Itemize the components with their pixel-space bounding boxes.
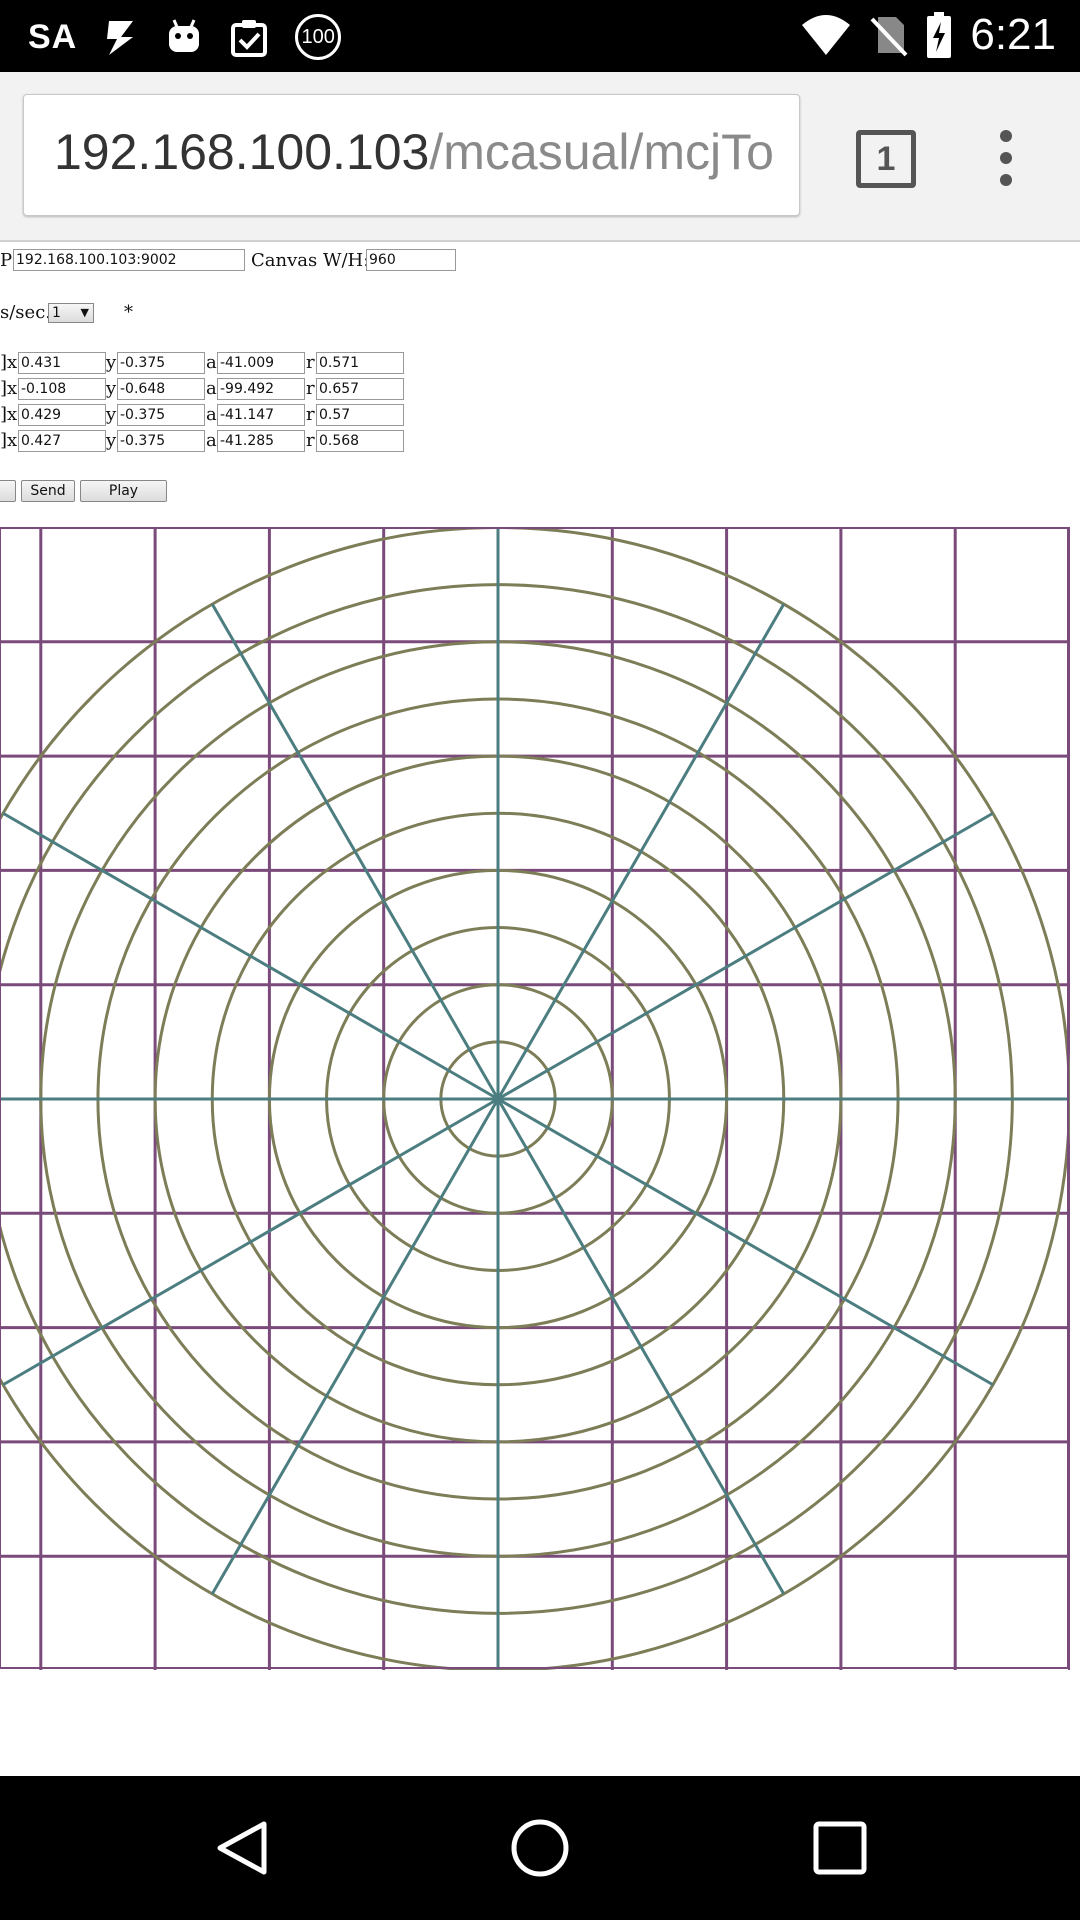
y-input[interactable]: -0.375 [117,352,205,374]
radial-spoke [2,1097,499,1387]
angle-input[interactable]: -99.492 [217,378,305,400]
clipboard-check-icon [231,20,268,57]
play-button[interactable]: Play [80,480,167,502]
a-label: a [206,430,217,451]
x-input[interactable]: -0.108 [18,378,106,400]
r-label: r [306,352,315,373]
rate-label: s/sec. [0,302,51,323]
y-label: y [106,404,117,425]
chevron-down-icon: ▼ [80,306,89,319]
a-label: a [206,352,217,373]
r-label: r [306,404,315,425]
status-bar: SA 100 6:21 [0,0,1080,72]
radial-spoke [497,1097,994,1387]
drawing-canvas[interactable] [0,526,1071,1672]
row-x-label: ]x [0,430,18,451]
r-label: r [306,430,315,451]
send-button[interactable]: Send [21,480,75,502]
radial-spoke [2,811,499,1101]
radial-spoke [497,811,994,1101]
radius-input[interactable]: 0.657 [316,378,404,400]
radial-spoke [496,1098,786,1595]
recents-icon[interactable] [812,1820,868,1876]
y-input[interactable]: -0.648 [117,378,205,400]
y-input[interactable]: -0.375 [117,404,205,426]
clock: 6:21 [970,10,1056,59]
canvas-size-label: Canvas W/H: [251,250,370,271]
address-bar[interactable]: 192.168.100.103/mcasual/mcjTo [23,94,800,216]
y-label: y [106,352,117,373]
a-label: a [206,378,217,399]
radius-input[interactable]: 0.571 [316,352,404,374]
canvas-size-input[interactable]: 960 [366,249,456,271]
carrier-label: SA [28,17,78,56]
url-host: 192.168.100.103 [54,124,430,180]
url-path: /mcasual/mcjTo [429,124,774,180]
overflow-menu-icon[interactable] [1000,130,1014,196]
no-sim-icon [870,17,908,57]
radial-spoke [210,603,500,1100]
ip-input[interactable]: 192.168.100.103:9002 [13,249,245,271]
clipped-button[interactable] [0,480,16,502]
a-label: a [206,404,217,425]
row-x-label: ]x [0,352,18,373]
angle-input[interactable]: -41.285 [217,430,305,452]
row-x-label: ]x [0,404,18,425]
back-icon[interactable] [212,1818,272,1878]
url-text: 192.168.100.103/mcasual/mcjTo [54,123,774,181]
radial-spoke [210,1098,500,1595]
android-icon [169,19,200,52]
x-input[interactable]: 0.431 [18,352,106,374]
angle-input[interactable]: -41.147 [217,404,305,426]
r-label: r [306,378,315,399]
x-input[interactable]: 0.427 [18,430,106,452]
angle-input[interactable]: -41.009 [217,352,305,374]
row-x-label: ]x [0,378,18,399]
y-label: y [106,378,117,399]
polar-grid-svg [0,526,1071,1672]
x-input[interactable]: 0.429 [18,404,106,426]
badge-100-icon: 100 [295,14,342,60]
battery-charging-icon [927,12,952,58]
status-asterisk: * [124,302,133,323]
y-input[interactable]: -0.375 [117,430,205,452]
browser-toolbar: 192.168.100.103/mcasual/mcjTo 1 [0,72,1080,242]
tab-switcher-button[interactable]: 1 [856,130,916,188]
radius-input[interactable]: 0.568 [316,430,404,452]
deal-icon [107,21,134,55]
rate-select-value: 1 [52,305,61,321]
home-icon[interactable] [510,1818,570,1878]
radial-spoke [496,603,786,1100]
radius-input[interactable]: 0.57 [316,404,404,426]
rate-select[interactable]: 1 ▼ [48,303,94,323]
navigation-bar [0,1776,1080,1920]
wifi-icon [802,15,851,55]
y-label: y [106,430,117,451]
